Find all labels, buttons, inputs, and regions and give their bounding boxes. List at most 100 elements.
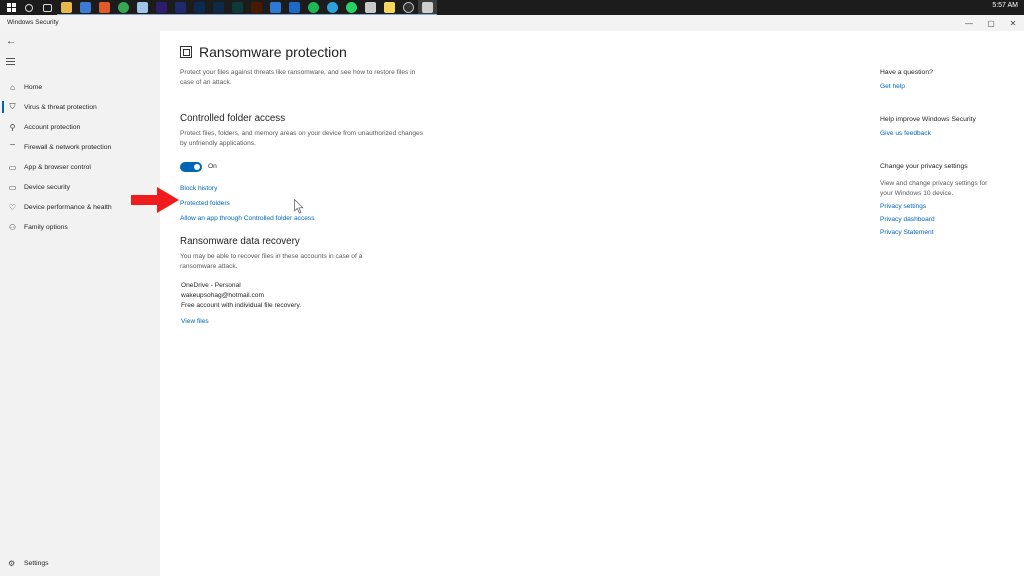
app-icon <box>99 1 110 13</box>
account-plan: Free account with individual file recove… <box>181 302 302 309</box>
lightroom-taskbar-button[interactable] <box>209 0 228 15</box>
sidebar-item-label: App & browser control <box>24 163 91 171</box>
family-icon: ⚇ <box>8 222 17 232</box>
spotify-icon <box>308 1 319 13</box>
mail-icon <box>289 1 300 13</box>
window-title: Windows Security <box>7 19 59 26</box>
give-feedback-link[interactable]: Give us feedback <box>880 130 931 137</box>
privacy-description: View and change privacy settings for you… <box>880 180 988 197</box>
file-explorer-taskbar-button[interactable] <box>57 0 76 15</box>
audition-taskbar-button[interactable] <box>228 0 247 15</box>
sidebar-item-virus-threat-protection[interactable]: ⛉ Virus & threat protection <box>0 97 160 117</box>
media-encoder-icon <box>175 1 186 13</box>
sidebar-item-account-protection[interactable]: ⚲ Account protection <box>0 117 160 137</box>
account-email: wakeupsohag@hotmail.com <box>181 292 264 299</box>
taskbar-clock[interactable]: 5:57 AM <box>992 2 1018 9</box>
settings-label: Settings <box>24 560 49 567</box>
windows-security-taskbar-button[interactable] <box>418 0 437 15</box>
sticky-notes-icon <box>384 1 395 13</box>
shield-icon: ⛉ <box>9 102 16 111</box>
hamburger-menu-icon[interactable] <box>6 58 15 67</box>
privacy-settings-link[interactable]: Privacy settings <box>880 203 926 210</box>
photos-icon <box>270 1 281 13</box>
sidebar: ← ⌂ Home ⛉ Virus & threat protection ⚲ A… <box>0 31 160 576</box>
chrome-taskbar-button[interactable] <box>114 0 133 15</box>
image-viewer-taskbar-button[interactable] <box>361 0 380 15</box>
person-icon: ⚲ <box>9 122 16 132</box>
cfa-description: Protect files, folders, and memory areas… <box>180 130 423 147</box>
back-arrow-icon[interactable]: ← <box>6 36 16 47</box>
audition-icon <box>232 1 243 13</box>
app-taskbar-button[interactable] <box>95 0 114 15</box>
network-icon: ⌔ <box>8 142 17 151</box>
premiere-taskbar-button[interactable] <box>152 0 171 15</box>
browser-icon: ▭ <box>8 162 17 172</box>
telegram-taskbar-button[interactable] <box>323 0 342 15</box>
cfa-heading: Controlled folder access <box>180 113 286 124</box>
window-titlebar: Windows Security — ▢ ✕ <box>0 15 1024 31</box>
sidebar-item-app-browser-control[interactable]: ▭ App & browser control <box>0 157 160 177</box>
spotify-taskbar-button[interactable] <box>304 0 323 15</box>
sticky-notes-taskbar-button[interactable] <box>380 0 399 15</box>
maximize-button[interactable]: ▢ <box>980 15 1002 31</box>
ransomware-protection-icon <box>180 46 192 58</box>
taskbar-icons <box>0 0 437 15</box>
sidebar-item-firewall[interactable]: ⌔ Firewall & network protection <box>0 137 160 157</box>
premiere-icon <box>156 1 167 13</box>
sidebar-item-label: Account protection <box>24 123 81 131</box>
allow-app-link[interactable]: Allow an app through Controlled folder a… <box>180 215 315 222</box>
get-help-link[interactable]: Get help <box>880 83 905 90</box>
task-view-taskbar-button[interactable] <box>38 0 57 15</box>
close-button[interactable]: ✕ <box>1002 15 1024 31</box>
windows-security-icon <box>422 1 433 13</box>
sidebar-item-settings[interactable]: ⚙ Settings <box>8 559 49 568</box>
recovery-description: You may be able to recover files in thes… <box>180 253 363 270</box>
image-viewer-icon <box>365 1 376 13</box>
minimize-button[interactable]: — <box>958 15 980 31</box>
laptop-icon: ▭ <box>8 182 17 192</box>
sidebar-item-label: Home <box>24 83 43 91</box>
photoshop-icon <box>194 1 205 13</box>
intro-text: Protect your files against threats like … <box>180 69 416 86</box>
recovery-heading: Ransomware data recovery <box>180 236 300 247</box>
gear-icon: ⚙ <box>8 559 16 568</box>
sidebar-item-label: Virus & threat protection <box>24 103 97 111</box>
privacy-statement-link[interactable]: Privacy Statement <box>880 229 934 236</box>
notepad-taskbar-button[interactable] <box>133 0 152 15</box>
obs-taskbar-button[interactable] <box>399 0 418 15</box>
illustrator-taskbar-button[interactable] <box>247 0 266 15</box>
store-taskbar-button[interactable] <box>76 0 95 15</box>
heart-icon: ♡ <box>8 202 17 212</box>
page-title-text: Ransomware protection <box>199 44 347 60</box>
photos-taskbar-button[interactable] <box>266 0 285 15</box>
cfa-toggle-switch[interactable] <box>180 162 202 172</box>
whatsapp-taskbar-button[interactable] <box>342 0 361 15</box>
sidebar-item-label: Device security <box>24 183 71 191</box>
chrome-icon <box>118 1 129 13</box>
search-taskbar-button[interactable] <box>19 0 38 15</box>
taskbar: 5:57 AM <box>0 0 1024 15</box>
account-provider: OneDrive - Personal <box>181 282 241 289</box>
windows-start-icon <box>6 2 17 13</box>
sidebar-item-label: Family options <box>24 223 68 231</box>
file-explorer-icon <box>61 1 72 13</box>
sidebar-item-label: Device performance & health <box>24 203 112 211</box>
photoshop-taskbar-button[interactable] <box>190 0 209 15</box>
block-history-link[interactable]: Block history <box>180 185 217 192</box>
windows-start-taskbar-button[interactable] <box>0 0 19 15</box>
question-heading: Have a question? <box>880 69 933 76</box>
view-files-link[interactable]: View files <box>181 318 209 325</box>
notepad-icon <box>137 1 148 13</box>
illustrator-icon <box>251 1 262 13</box>
sidebar-item-family-options[interactable]: ⚇ Family options <box>0 217 160 237</box>
privacy-dashboard-link[interactable]: Privacy dashboard <box>880 216 935 223</box>
whatsapp-icon <box>346 1 357 13</box>
media-encoder-taskbar-button[interactable] <box>171 0 190 15</box>
obs-icon <box>403 1 414 13</box>
sidebar-item-label: Firewall & network protection <box>24 143 112 151</box>
protected-folders-link[interactable]: Protected folders <box>180 200 230 207</box>
task-view-icon <box>43 3 52 12</box>
cfa-toggle-label: On <box>208 163 217 170</box>
mail-taskbar-button[interactable] <box>285 0 304 15</box>
sidebar-item-home[interactable]: ⌂ Home <box>0 77 160 97</box>
